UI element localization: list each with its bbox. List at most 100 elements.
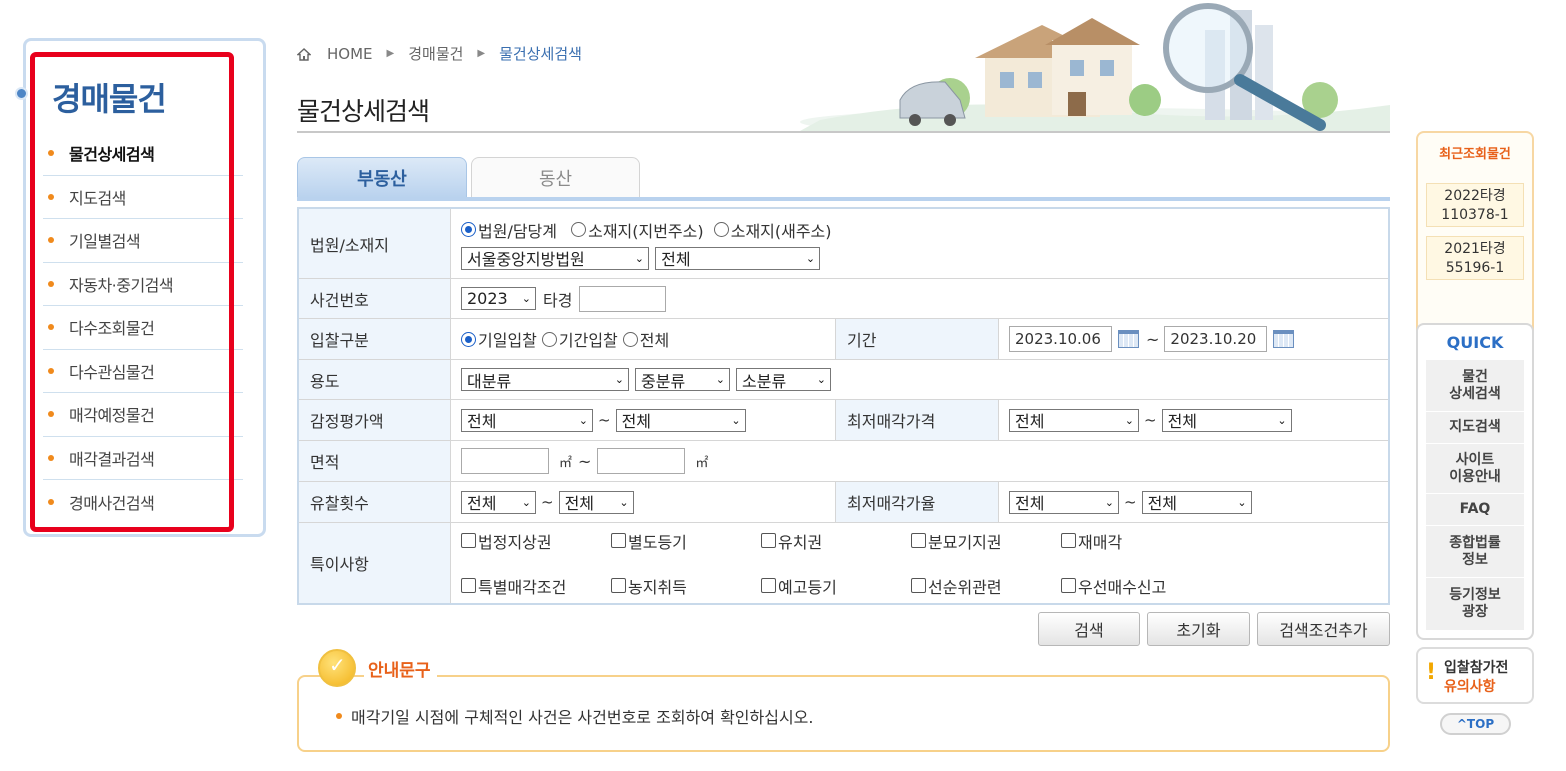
appraisal-to-select[interactable]: 전체 ⌄ [615, 408, 746, 432]
min-price-from-select[interactable]: 전체 ⌄ [1009, 408, 1139, 432]
form-row-bid-type: 입찰구분 기일입찰 기간입찰 전체 기간 2023.10.06 ~ 2023.1… [299, 319, 1388, 360]
case-number-label: 사건번호 [299, 279, 451, 318]
min-rate-from-select[interactable]: 전체 ⌄ [1009, 490, 1119, 514]
checkbox-priority-purchase[interactable]: 우선매수신고 [1061, 574, 1211, 598]
breadcrumb-home[interactable]: HOME [327, 45, 373, 63]
chevron-down-icon: ⌄ [521, 495, 531, 509]
case-year-select[interactable]: 2023 ⌄ [461, 287, 536, 310]
recent-item[interactable]: 2021타경 55196-1 [1426, 236, 1524, 280]
quick-item-site-guide[interactable]: 사이트 이용안내 [1426, 444, 1524, 494]
add-condition-button[interactable]: 검색조건추가 [1257, 612, 1390, 646]
page-title: 물건상세검색 [297, 97, 430, 126]
dept-select[interactable]: 전체 ⌄ [655, 246, 821, 270]
chevron-down-icon: ⌄ [731, 413, 741, 427]
radio-location-lot[interactable]: 소재지(지번주소) [571, 218, 704, 242]
radio-icon [713, 222, 729, 237]
failed-to-select[interactable]: 전체 ⌄ [558, 490, 634, 514]
checkbox-legal-superficies[interactable]: 법정지상권 [461, 529, 611, 553]
area-label: 면적 [299, 441, 451, 481]
calendar-icon[interactable] [1273, 330, 1295, 348]
tab-underline [297, 197, 1390, 201]
chevron-down-icon: ⌄ [1237, 495, 1247, 509]
radio-court-dept[interactable]: 법원/담당계 [461, 218, 557, 242]
checkbox-notice-registry[interactable]: 예고등기 [761, 574, 911, 598]
chevron-down-icon: ⌄ [1277, 413, 1287, 427]
breadcrumb: HOME ▶ 경매물건 ▶ 물건상세검색 [296, 43, 582, 64]
usage-minor-select[interactable]: 소분류 ⌄ [736, 368, 831, 391]
checkbox-separate-registry[interactable]: 별도등기 [611, 529, 761, 553]
special-label: 특이사항 [299, 523, 451, 603]
radio-bid-all[interactable]: 전체 [622, 327, 669, 351]
sidebar-bullet-icon [15, 87, 28, 100]
back-to-top-button[interactable]: ^TOP [1440, 713, 1511, 735]
usage-middle-select[interactable]: 중분류 ⌄ [635, 368, 730, 391]
quick-menu-title: QUICK [1446, 333, 1504, 352]
recent-item[interactable]: 2022타경 110378-1 [1426, 183, 1524, 227]
checkbox-icon [761, 578, 776, 593]
checkbox-icon [911, 578, 926, 593]
breadcrumb-level1[interactable]: 경매물건 [408, 43, 463, 64]
quick-item-registry[interactable]: 등기정보 광장 [1426, 578, 1524, 630]
quick-item-legal-info[interactable]: 종합법률 정보 [1426, 526, 1524, 578]
quick-item-detail-search[interactable]: 물건 상세검색 [1426, 360, 1524, 412]
checkbox-grave-right[interactable]: 분묘기지권 [911, 529, 1061, 553]
radio-icon [571, 222, 587, 237]
checkbox-farmland[interactable]: 농지취득 [611, 574, 761, 598]
form-row-failed-count: 유찰횟수 전체 ⌄ ~ 전체 ⌄ 최저매각가율 전체 ⌄ ~ 전체 ⌄ [299, 482, 1388, 523]
date-from-input[interactable]: 2023.10.06 [1009, 326, 1112, 352]
reset-button[interactable]: 초기화 [1147, 612, 1250, 646]
case-suffix-label: 타경 [543, 290, 573, 310]
checkbox-icon [761, 533, 776, 548]
min-price-to-select[interactable]: 전체 ⌄ [1161, 408, 1292, 432]
checkbox-senior-related[interactable]: 선순위관련 [911, 574, 1061, 598]
checkbox-icon [611, 578, 626, 593]
checkbox-special-sale[interactable]: 특별매각조건 [461, 574, 611, 598]
case-number-input[interactable] [579, 285, 667, 312]
sidebar-highlight-box [30, 52, 234, 532]
form-row-special: 특이사항 법정지상권 별도등기 유치권 분묘기지권 재매각 특별매각조건 농지취… [299, 523, 1388, 603]
usage-label: 용도 [299, 360, 451, 399]
bid-type-label: 입찰구분 [299, 319, 451, 359]
area-unit: ㎡ [695, 455, 709, 471]
checkbox-icon [1061, 533, 1076, 548]
chevron-down-icon: ⌄ [619, 495, 629, 509]
min-price-label: 최저매각가격 [836, 400, 999, 440]
area-to-input[interactable] [597, 448, 686, 474]
usage-major-select[interactable]: 대분류 ⌄ [461, 368, 629, 391]
header-house-illustration [800, 3, 1390, 131]
court-label: 법원/소재지 [299, 209, 451, 278]
quick-item-map-search[interactable]: 지도검색 [1426, 412, 1524, 444]
chevron-down-icon: ⌄ [614, 373, 624, 386]
failed-from-select[interactable]: 전체 ⌄ [461, 490, 536, 514]
min-rate-to-select[interactable]: 전체 ⌄ [1141, 490, 1252, 514]
court-select[interactable]: 서울중앙지방법원 ⌄ [461, 246, 649, 270]
date-to-input[interactable]: 2023.10.20 [1164, 326, 1268, 352]
exclamation-icon: ! [1426, 660, 1437, 685]
search-form: 법원/소재지 법원/담당계 소재지(지번주소) 소재지(새주소) 서울중앙지방법… [297, 207, 1390, 605]
appraisal-from-select[interactable]: 전체 ⌄ [461, 408, 593, 432]
radio-date-bid[interactable]: 기일입찰 [461, 327, 537, 351]
chevron-down-icon: ⌄ [634, 251, 644, 265]
form-row-appraisal: 감정평가액 전체 ⌄ ~ 전체 ⌄ 최저매각가격 전체 ⌄ ~ 전체 ⌄ [299, 400, 1388, 441]
checkbox-icon [911, 533, 926, 548]
checkbox-lien[interactable]: 유치권 [761, 529, 911, 553]
radio-selected-icon [461, 222, 476, 237]
chevron-down-icon: ⌄ [816, 373, 826, 386]
tab-movable[interactable]: 동산 [471, 157, 640, 198]
tab-realestate[interactable]: 부동산 [297, 157, 467, 198]
quick-item-faq[interactable]: FAQ [1426, 494, 1524, 526]
chevron-down-icon: ⌄ [521, 292, 531, 305]
calendar-icon[interactable] [1118, 330, 1139, 348]
appraisal-label: 감정평가액 [299, 400, 451, 440]
failed-count-label: 유찰횟수 [299, 482, 451, 522]
area-from-input[interactable] [461, 448, 549, 474]
radio-selected-icon [461, 331, 476, 347]
chevron-down-icon: ⌄ [1104, 495, 1114, 509]
radio-location-road[interactable]: 소재지(새주소) [713, 218, 832, 242]
radio-icon [541, 331, 557, 347]
caution-line1: 입찰참가전 [1444, 660, 1509, 676]
search-button[interactable]: 검색 [1038, 612, 1140, 646]
checkbox-resale[interactable]: 재매각 [1061, 529, 1211, 553]
radio-period-bid[interactable]: 기간입찰 [541, 327, 618, 351]
checkbox-icon [1061, 578, 1076, 593]
